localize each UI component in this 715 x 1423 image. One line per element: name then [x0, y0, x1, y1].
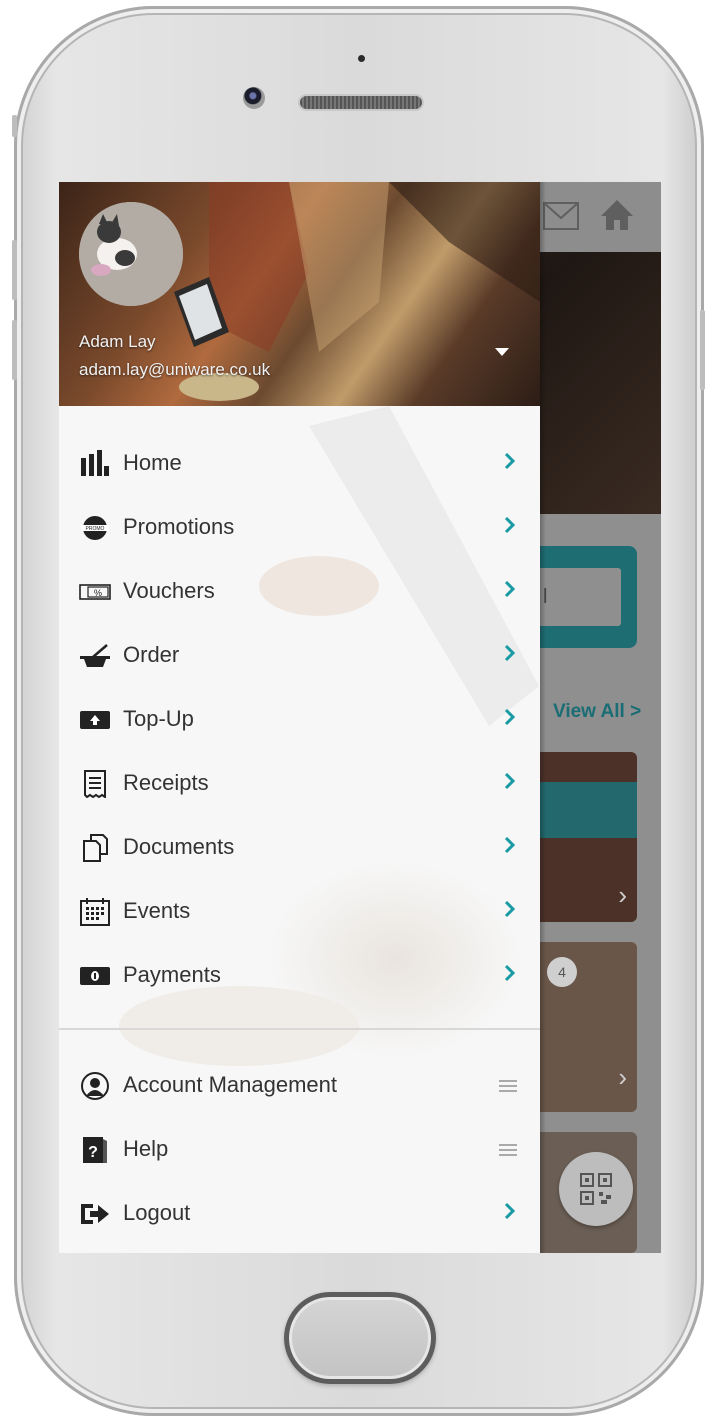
svg-text:%: %: [94, 588, 102, 598]
help-icon: ?: [83, 1137, 107, 1163]
chevron-right-icon: [504, 644, 516, 662]
view-all-link[interactable]: View All >: [553, 701, 641, 723]
menu-item-label: Receipts: [123, 770, 209, 795]
front-camera: [243, 87, 265, 109]
user-email: adam.lay@uniware.co.uk: [79, 360, 271, 379]
voucher-icon: %: [79, 584, 111, 600]
chevron-right-icon: [504, 900, 516, 918]
drawer-header: Adam Lay adam.lay@uniware.co.uk: [59, 182, 540, 406]
power-button: [700, 310, 705, 390]
menu-item-label: Home: [123, 450, 182, 475]
menu-item-events[interactable]: Events: [59, 880, 540, 944]
chevron-right-icon: ›: [618, 880, 627, 910]
payments-icon: [80, 967, 110, 985]
menu-item-promotions[interactable]: PROMO Promotions: [59, 496, 540, 560]
menu-item-payments[interactable]: Payments: [59, 944, 540, 1008]
account-icon: [81, 1072, 109, 1100]
menu-item-label: Documents: [123, 834, 235, 859]
volume-up-button: [12, 240, 17, 300]
chevron-right-icon: [504, 836, 516, 854]
chevron-right-icon: [504, 516, 516, 534]
drawer-shadow: [540, 182, 546, 1253]
chevron-right-icon: [504, 452, 516, 470]
proximity-sensor: [358, 55, 365, 62]
menu-item-label: Top-Up: [123, 706, 194, 731]
menu-item-order[interactable]: Order: [59, 624, 540, 688]
menu-item-label: Account Management: [123, 1072, 338, 1097]
menu-item-label: Events: [123, 898, 191, 923]
menu-item-receipts[interactable]: Receipts: [59, 752, 540, 816]
chevron-right-icon: [504, 1202, 516, 1220]
home-button[interactable]: [284, 1292, 436, 1384]
qr-code-button[interactable]: [559, 1152, 633, 1226]
menu-item-logout[interactable]: Logout: [59, 1182, 540, 1246]
menu-item-account-management[interactable]: Account Management: [59, 1054, 540, 1118]
logout-icon: [81, 1204, 109, 1224]
calendar-icon: [80, 898, 110, 926]
drag-handle-icon[interactable]: [499, 1080, 517, 1093]
menu-item-label: Order: [123, 642, 180, 667]
menu-divider: [59, 1028, 540, 1030]
earpiece-speaker: [300, 96, 422, 109]
svg-text:?: ?: [88, 1144, 98, 1161]
cat-photo: [79, 202, 183, 306]
volume-down-button: [12, 320, 17, 380]
menu-item-label: Payments: [123, 962, 221, 987]
count-badge: 4: [547, 957, 577, 987]
topup-icon: [80, 711, 110, 729]
avatar[interactable]: [79, 202, 183, 306]
menu-item-vouchers[interactable]: % Vouchers: [59, 560, 540, 624]
svg-text:PROMO: PROMO: [86, 526, 105, 532]
navigation-drawer: Adam Lay adam.lay@uniware.co.uk Home PRO…: [59, 182, 540, 1253]
chevron-right-icon: ›: [618, 1062, 627, 1092]
mute-switch: [12, 115, 17, 137]
chevron-right-icon: [504, 964, 516, 982]
feature-card-button[interactable]: l: [537, 568, 621, 626]
documents-icon: [83, 834, 108, 862]
promo-icon: PROMO: [81, 516, 109, 540]
receipt-icon: [84, 770, 106, 798]
qr-code-icon: [580, 1173, 612, 1205]
user-name: Adam Lay: [79, 332, 156, 351]
menu-item-help[interactable]: ? Help: [59, 1118, 540, 1182]
menu-item-topup[interactable]: Top-Up: [59, 688, 540, 752]
bar-chart-icon: [81, 450, 109, 476]
mail-icon[interactable]: [543, 202, 579, 230]
chevron-right-icon: [504, 708, 516, 726]
chevron-right-icon: [504, 772, 516, 790]
screen: l View All > › › 4: [59, 182, 661, 1253]
drag-handle-icon[interactable]: [499, 1144, 517, 1157]
menu-item-label: Promotions: [123, 514, 235, 539]
order-bowl-icon: [80, 644, 110, 667]
menu-item-label: Help: [123, 1136, 169, 1161]
chevron-right-icon: [504, 580, 516, 598]
menu-item-label: Vouchers: [123, 578, 215, 603]
menu-item-documents[interactable]: Documents: [59, 816, 540, 880]
chevron-down-icon[interactable]: [495, 348, 509, 356]
menu-item-home[interactable]: Home: [59, 432, 540, 496]
home-icon[interactable]: [599, 198, 635, 232]
menu-item-label: Logout: [123, 1200, 191, 1225]
